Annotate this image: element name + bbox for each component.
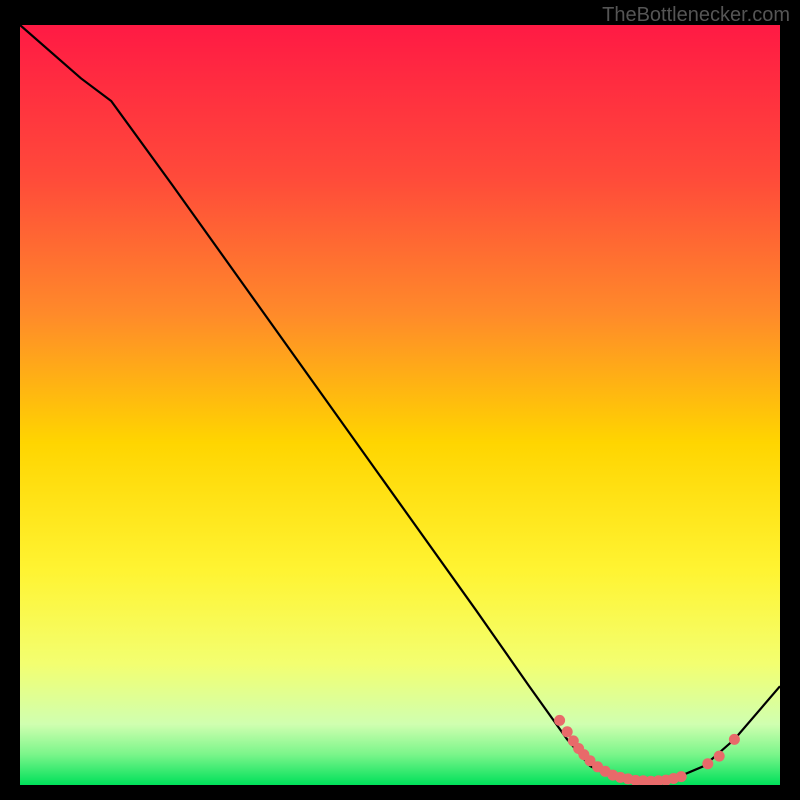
data-dot	[714, 751, 725, 762]
data-dot	[676, 771, 687, 782]
chart-svg	[20, 25, 780, 785]
data-dot	[554, 715, 565, 726]
gradient-background	[20, 25, 780, 785]
chart-container: { "watermark": "TheBottlenecker.com", "c…	[0, 0, 800, 800]
data-dot	[729, 734, 740, 745]
data-dot	[702, 758, 713, 769]
data-dot	[562, 726, 573, 737]
plot-area	[20, 25, 780, 785]
watermark-text: TheBottlenecker.com	[602, 4, 790, 27]
